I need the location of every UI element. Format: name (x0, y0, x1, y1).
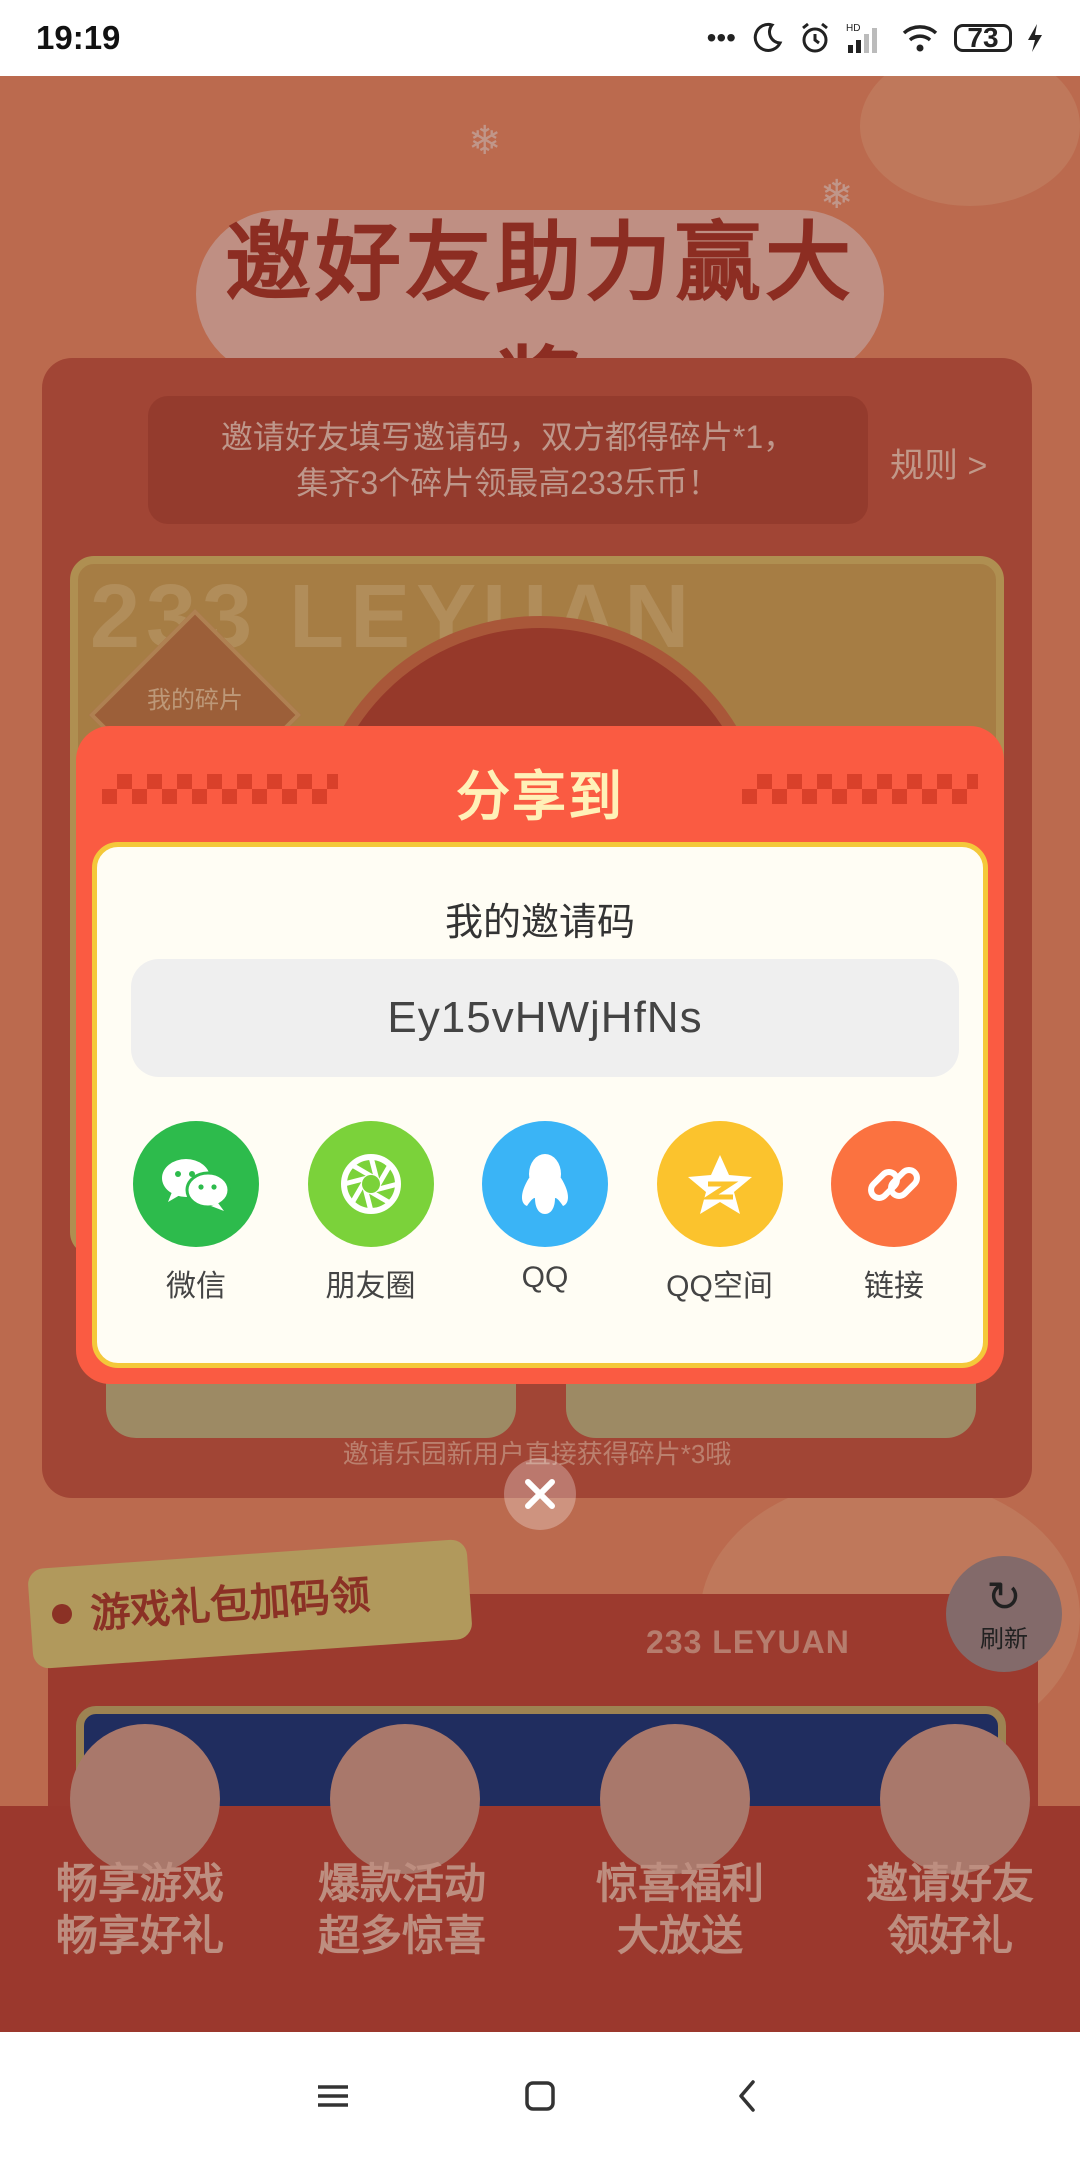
share-label: 朋友圈 (325, 1270, 416, 1303)
menu-icon (318, 2085, 349, 2107)
moon-icon (750, 21, 784, 55)
nav-back-button[interactable] (717, 2066, 777, 2126)
wechat-icon[interactable] (133, 1121, 259, 1247)
share-link[interactable]: 链接 (829, 1121, 959, 1305)
wifi-icon (900, 21, 940, 55)
status-time: 19:19 (36, 19, 121, 56)
qq-icon[interactable] (482, 1121, 608, 1247)
link-icon[interactable] (831, 1121, 957, 1247)
hd-label: HD (846, 23, 860, 34)
share-qq[interactable]: QQ (480, 1121, 610, 1305)
share-moments[interactable]: 朋友圈 (306, 1121, 436, 1305)
invite-code-label: 我的邀请码 (444, 902, 635, 944)
more-dots-icon: ••• (706, 22, 736, 53)
battery-icon: 73 (954, 22, 1012, 53)
nav-home-button[interactable] (510, 2066, 570, 2126)
share-label: QQ空间 (666, 1270, 773, 1303)
status-bar: 19:19 ••• HD 73 (0, 0, 1080, 76)
invite-code-value[interactable]: Ey15vHWjHfNs (131, 959, 959, 1077)
close-icon (525, 1479, 555, 1509)
share-label: 微信 (166, 1270, 226, 1303)
status-icons: ••• HD 73 (707, 21, 1044, 55)
charging-icon (1026, 23, 1044, 53)
system-nav-bar (0, 2032, 1080, 2160)
moments-icon[interactable] (307, 1121, 434, 1247)
share-label: 链接 (864, 1270, 924, 1303)
nav-menu-button[interactable] (303, 2066, 363, 2126)
qzone-icon[interactable] (656, 1121, 783, 1247)
share-targets: 微信 朋友圈 QQ QQ空间 链接 (131, 1121, 959, 1305)
close-dialog-button[interactable] (504, 1458, 576, 1530)
dialog-body: 我的邀请码 Ey15vHWjHfNs 微信 朋友圈 QQ QQ空间 链接 (92, 842, 988, 1368)
home-icon (525, 2081, 555, 2111)
alarm-icon (798, 21, 832, 55)
share-wechat[interactable]: 微信 (131, 1121, 261, 1305)
dialog-title: 分享到 (456, 765, 624, 828)
back-icon (738, 2080, 755, 2112)
share-dialog: 分享到 我的邀请码 Ey15vHWjHfNs 微信 朋友圈 QQ QQ空间 链接 (76, 726, 1004, 1384)
signal-icon: HD (846, 21, 886, 55)
share-label: QQ (521, 1261, 569, 1294)
share-qzone[interactable]: QQ空间 (655, 1121, 785, 1305)
